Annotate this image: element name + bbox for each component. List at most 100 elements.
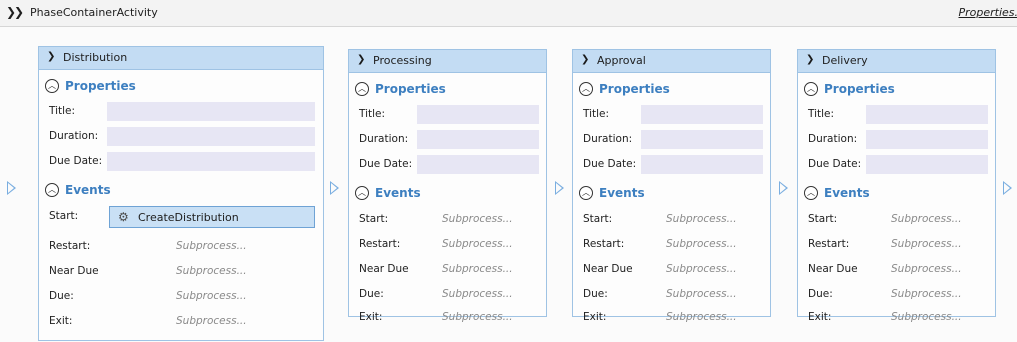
phase-approval: ❯ Approval ︿ Properties Title: Duration:… bbox=[572, 49, 771, 323]
exit-subprocess[interactable]: Subprocess... bbox=[666, 311, 737, 323]
collapse-up-icon: ︿ bbox=[355, 186, 369, 200]
exit-subprocess[interactable]: Subprocess... bbox=[176, 315, 247, 327]
phase-header[interactable]: ❯ Distribution bbox=[39, 47, 323, 70]
expand-arrow-icon[interactable]: ❯ bbox=[806, 54, 814, 65]
due-label: Due: bbox=[583, 288, 608, 300]
restart-label: Restart: bbox=[583, 238, 625, 250]
title-label: Title: bbox=[359, 108, 386, 120]
phase-header[interactable]: ❯ Delivery bbox=[798, 50, 995, 73]
collapse-up-icon: ︿ bbox=[579, 82, 593, 96]
collapse-up-icon: ︿ bbox=[804, 82, 818, 96]
title-field[interactable] bbox=[417, 105, 539, 124]
phase-delivery: ❯ Delivery ︿ Properties Title: Duration:… bbox=[797, 49, 996, 323]
collapse-up-icon: ︿ bbox=[45, 79, 59, 93]
due-label: Due: bbox=[359, 288, 384, 300]
start-label: Start: bbox=[49, 210, 79, 222]
due-date-label: Due Date: bbox=[49, 155, 103, 167]
exit-label: Exit: bbox=[808, 311, 832, 323]
title-field[interactable] bbox=[107, 102, 315, 121]
duration-label: Duration: bbox=[583, 133, 633, 145]
due-date-label: Due Date: bbox=[359, 158, 413, 170]
restart-subprocess[interactable]: Subprocess... bbox=[442, 238, 513, 250]
duration-field[interactable] bbox=[641, 130, 763, 149]
restart-subprocess[interactable]: Subprocess... bbox=[176, 240, 247, 252]
exit-label: Exit: bbox=[359, 311, 383, 323]
near-due-subprocess[interactable]: Subprocess... bbox=[666, 263, 737, 275]
due-date-label: Due Date: bbox=[583, 158, 637, 170]
phase-header[interactable]: ❯ Processing bbox=[349, 50, 546, 73]
connector-arrow-icon[interactable] bbox=[555, 181, 564, 195]
expand-arrow-icon[interactable]: ❯ bbox=[357, 54, 365, 65]
start-subprocess[interactable]: Subprocess... bbox=[442, 213, 513, 225]
collapse-up-icon: ︿ bbox=[579, 186, 593, 200]
due-date-field[interactable] bbox=[107, 152, 315, 171]
title-label: Title: bbox=[808, 108, 835, 120]
collapse-up-icon: ︿ bbox=[804, 186, 818, 200]
start-label: Start: bbox=[808, 213, 838, 225]
properties-section-label: Properties bbox=[65, 79, 136, 93]
expand-arrow-icon[interactable]: ❯ bbox=[47, 51, 55, 62]
exit-subprocess[interactable]: Subprocess... bbox=[891, 311, 962, 323]
near-due-subprocess[interactable]: Subprocess... bbox=[891, 263, 962, 275]
title-label: Title: bbox=[583, 108, 610, 120]
duration-label: Duration: bbox=[49, 130, 99, 142]
duration-field[interactable] bbox=[866, 130, 988, 149]
collapse-chevron-icon[interactable]: ❯❯ bbox=[6, 5, 24, 19]
duration-label: Duration: bbox=[359, 133, 409, 145]
title-label: Title: bbox=[49, 105, 76, 117]
collapse-up-icon: ︿ bbox=[45, 183, 59, 197]
exit-label: Exit: bbox=[49, 315, 73, 327]
connector-arrow-icon[interactable] bbox=[1003, 181, 1012, 195]
start-activity[interactable]: ⚙ CreateDistribution bbox=[109, 206, 315, 228]
container-title: PhaseContainerActivity bbox=[30, 6, 158, 19]
duration-label: Duration: bbox=[808, 133, 858, 145]
properties-section-label: Properties bbox=[824, 82, 895, 96]
start-subprocess[interactable]: Subprocess... bbox=[666, 213, 737, 225]
connector-arrow-icon[interactable] bbox=[330, 181, 339, 195]
restart-label: Restart: bbox=[49, 240, 91, 252]
due-date-field[interactable] bbox=[866, 155, 988, 174]
due-subprocess[interactable]: Subprocess... bbox=[666, 288, 737, 300]
due-label: Due: bbox=[808, 288, 833, 300]
near-due-label: Near Due bbox=[583, 263, 633, 275]
events-section-label: Events bbox=[824, 186, 870, 200]
due-subprocess[interactable]: Subprocess... bbox=[442, 288, 513, 300]
phase-name: Processing bbox=[373, 54, 432, 67]
events-section-label: Events bbox=[65, 183, 111, 197]
properties-link[interactable]: Properties... bbox=[958, 6, 1017, 19]
phase-distribution: ❯ Distribution ︿ Properties Title: Durat… bbox=[38, 46, 324, 341]
start-label: Start: bbox=[583, 213, 613, 225]
exit-subprocess[interactable]: Subprocess... bbox=[442, 311, 513, 323]
connector-arrow-icon[interactable] bbox=[779, 181, 788, 195]
phase-name: Distribution bbox=[63, 51, 128, 64]
due-label: Due: bbox=[49, 290, 74, 302]
start-subprocess[interactable]: Subprocess... bbox=[891, 213, 962, 225]
collapse-up-icon: ︿ bbox=[355, 82, 369, 96]
title-field[interactable] bbox=[641, 105, 763, 124]
start-label: Start: bbox=[359, 213, 389, 225]
connector-arrow-icon[interactable] bbox=[7, 181, 16, 195]
duration-field[interactable] bbox=[107, 127, 315, 146]
expand-arrow-icon[interactable]: ❯ bbox=[581, 54, 589, 65]
due-subprocess[interactable]: Subprocess... bbox=[891, 288, 962, 300]
activity-gear-icon: ⚙ bbox=[118, 210, 129, 224]
restart-subprocess[interactable]: Subprocess... bbox=[891, 238, 962, 250]
near-due-subprocess[interactable]: Subprocess... bbox=[176, 265, 247, 277]
properties-section-label: Properties bbox=[599, 82, 670, 96]
due-date-label: Due Date: bbox=[808, 158, 862, 170]
phase-name: Approval bbox=[597, 54, 646, 67]
due-date-field[interactable] bbox=[641, 155, 763, 174]
restart-subprocess[interactable]: Subprocess... bbox=[666, 238, 737, 250]
due-date-field[interactable] bbox=[417, 155, 539, 174]
phase-processing: ❯ Processing ︿ Properties Title: Duratio… bbox=[348, 49, 547, 323]
events-section-label: Events bbox=[599, 186, 645, 200]
due-subprocess[interactable]: Subprocess... bbox=[176, 290, 247, 302]
near-due-label: Near Due bbox=[49, 265, 99, 277]
container-header: ❯❯ PhaseContainerActivity Properties... bbox=[0, 0, 1017, 27]
duration-field[interactable] bbox=[417, 130, 539, 149]
phase-header[interactable]: ❯ Approval bbox=[573, 50, 770, 73]
events-section-label: Events bbox=[375, 186, 421, 200]
activity-name: CreateDistribution bbox=[138, 211, 239, 224]
near-due-subprocess[interactable]: Subprocess... bbox=[442, 263, 513, 275]
title-field[interactable] bbox=[866, 105, 988, 124]
